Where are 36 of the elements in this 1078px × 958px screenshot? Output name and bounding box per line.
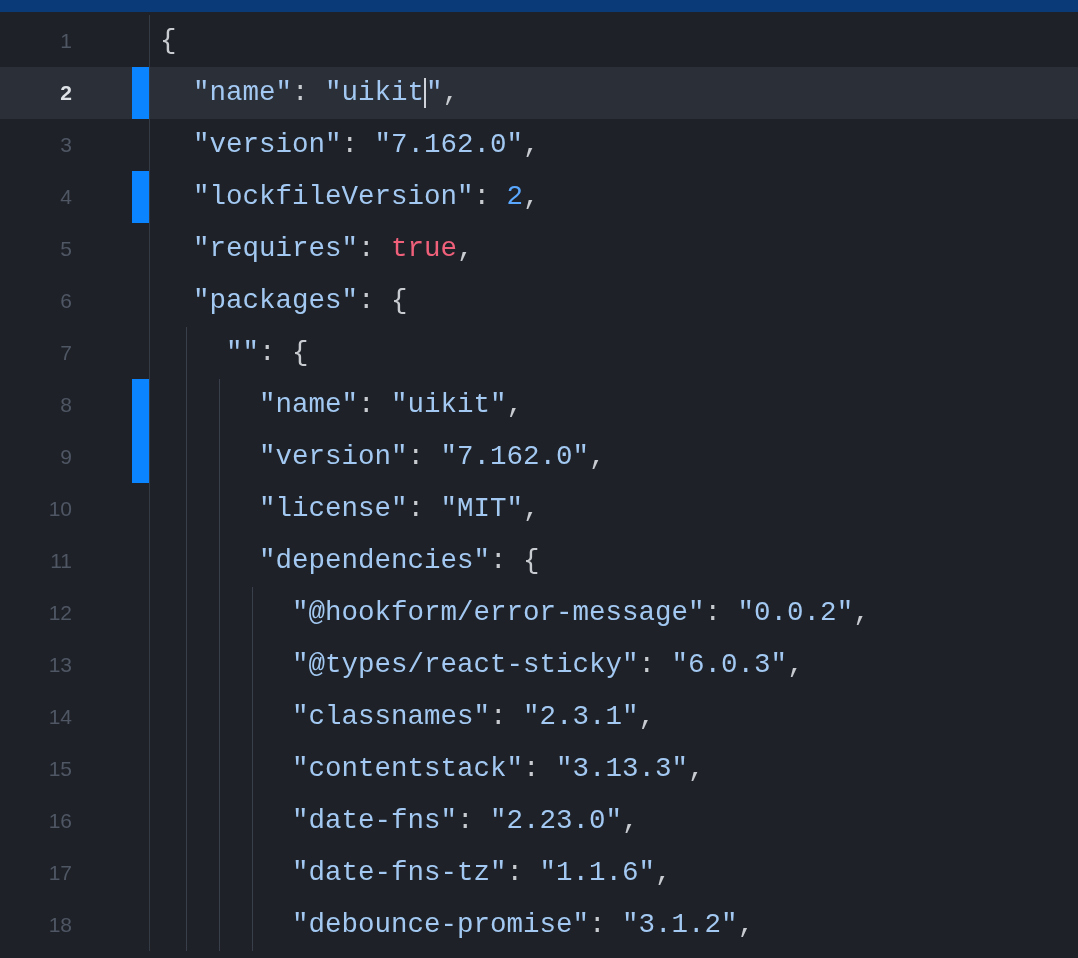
code-line: "date-fns": "2.23.0", xyxy=(291,804,639,838)
line-number: 2 xyxy=(59,80,72,107)
code-line: "name": "uikit", xyxy=(258,388,524,422)
line-number: 11 xyxy=(49,548,72,575)
code-line: "contentstack": "3.13.3", xyxy=(291,752,705,786)
code-line: "dependencies": { xyxy=(258,544,540,578)
line-number: 9 xyxy=(59,444,72,471)
line-number: 13 xyxy=(47,652,72,679)
code-line: "date-fns-tz": "1.1.6", xyxy=(291,856,672,890)
code-line: "version": "7.162.0", xyxy=(258,440,606,474)
code-line: "classnames": "2.3.1", xyxy=(291,700,656,734)
code-line: "name": "uikit", xyxy=(192,76,460,110)
code-line: "requires": true, xyxy=(192,232,474,266)
code-line: "@types/react-sticky": "6.0.3", xyxy=(291,648,804,682)
code-line: "lockfileVersion": 2, xyxy=(192,180,540,214)
line-number: 17 xyxy=(47,860,72,887)
line-number: 10 xyxy=(47,496,72,523)
line-number: 7 xyxy=(59,340,72,367)
line-number: 16 xyxy=(47,808,72,835)
line-number: 15 xyxy=(47,756,72,783)
line-number: 8 xyxy=(59,392,72,419)
line-number: 12 xyxy=(47,600,72,627)
code-line: "debounce-promise": "3.1.2", xyxy=(291,908,755,942)
code-line: { xyxy=(160,24,177,58)
code-line: "@hookform/error-message": "0.0.2", xyxy=(291,596,870,630)
line-number: 1 xyxy=(59,28,72,55)
line-number: 3 xyxy=(59,132,72,159)
code-line: "version": "7.162.0", xyxy=(192,128,540,162)
code-line: "": { xyxy=(225,336,309,370)
code-line: "license": "MIT", xyxy=(258,492,540,526)
line-number: 6 xyxy=(59,288,72,315)
line-number: 4 xyxy=(59,184,72,211)
line-number: 18 xyxy=(47,912,72,939)
line-number: 14 xyxy=(47,704,72,731)
line-number: 5 xyxy=(59,236,72,263)
code-line: "packages": { xyxy=(192,284,408,318)
